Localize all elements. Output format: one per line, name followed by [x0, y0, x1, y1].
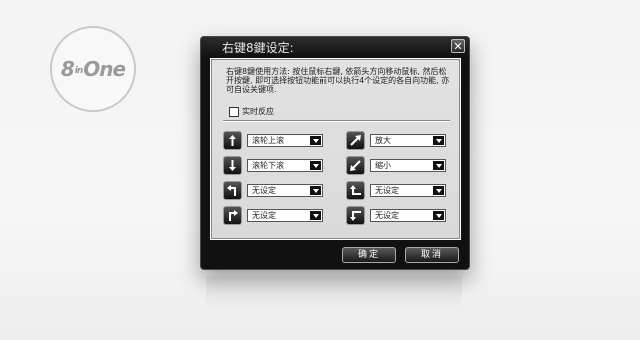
- gesture-row-up: 滚轮上滚: [223, 131, 323, 150]
- realtime-checkbox[interactable]: [229, 106, 239, 117]
- realtime-checkbox-row[interactable]: 实时反应: [229, 106, 274, 117]
- chevron-down-icon[interactable]: [310, 186, 321, 195]
- divider: [223, 120, 450, 122]
- title-bar[interactable]: 右键8鍵设定: ✕: [201, 37, 469, 57]
- dialog-title: 右键8鍵设定:: [222, 41, 294, 55]
- chevron-down-icon[interactable]: [433, 161, 444, 170]
- select-value: 滚轮下滚: [252, 161, 284, 170]
- arrow-left-up-turn-icon: [346, 181, 365, 200]
- arrow-down-icon: [223, 156, 242, 175]
- gesture-select-up-left[interactable]: 无设定: [247, 184, 323, 197]
- chevron-down-icon[interactable]: [310, 136, 321, 145]
- select-value: 无设定: [375, 186, 399, 195]
- select-value: 无设定: [375, 211, 399, 220]
- close-icon: ✕: [453, 40, 463, 53]
- arrow-left-down-turn-icon: [346, 206, 365, 225]
- chevron-down-icon[interactable]: [310, 161, 321, 170]
- gesture-row-left-down: 无设定: [346, 206, 446, 225]
- close-button[interactable]: ✕: [451, 39, 465, 53]
- gesture-select-down[interactable]: 滚轮下滚: [247, 159, 323, 172]
- chevron-down-icon[interactable]: [310, 211, 321, 220]
- select-value: 无设定: [252, 211, 276, 220]
- gesture-row-diag-down-left: 缩小: [346, 156, 446, 175]
- chevron-down-icon[interactable]: [433, 211, 444, 220]
- gesture-row-diag-up-right: 放大: [346, 131, 446, 150]
- gesture-row-up-left: 无设定: [223, 181, 323, 200]
- usage-description: 右键8鍵使用方法: 按住鼠标右鍵, 依箭头方向移动鼠标, 然后松开按鍵, 即可选…: [226, 67, 450, 94]
- dialog-reflection: [206, 276, 462, 312]
- gesture-select-left-up[interactable]: 无设定: [370, 184, 446, 197]
- gesture-row-down: 滚轮下滚: [223, 156, 323, 175]
- app-logo: 8inOne: [50, 26, 136, 112]
- realtime-label: 实时反应: [242, 107, 274, 116]
- arrow-diagonal-down-left-icon: [346, 156, 365, 175]
- arrow-diagonal-up-right-icon: [346, 131, 365, 150]
- chevron-down-icon[interactable]: [433, 186, 444, 195]
- arrow-up-right-turn-icon: [223, 206, 242, 225]
- select-value: 滚轮上滚: [252, 136, 284, 145]
- arrow-up-icon: [223, 131, 242, 150]
- select-value: 放大: [375, 136, 391, 145]
- settings-panel: 右键8鍵使用方法: 按住鼠标右鍵, 依箭头方向移动鼠标, 然后松开按鍵, 即可选…: [210, 58, 461, 240]
- ok-button[interactable]: 确定: [342, 247, 396, 263]
- settings-dialog: 右键8鍵设定: ✕ 右键8鍵使用方法: 按住鼠标右鍵, 依箭头方向移动鼠标, 然…: [200, 36, 470, 270]
- gesture-select-diag-up-right[interactable]: 放大: [370, 134, 446, 147]
- gesture-select-up-right[interactable]: 无设定: [247, 209, 323, 222]
- select-value: 无设定: [252, 186, 276, 195]
- gesture-row-left-up: 无设定: [346, 181, 446, 200]
- chevron-down-icon[interactable]: [433, 136, 444, 145]
- arrow-up-left-turn-icon: [223, 181, 242, 200]
- logo-text: 8inOne: [60, 57, 126, 81]
- select-value: 缩小: [375, 161, 391, 170]
- gesture-select-up[interactable]: 滚轮上滚: [247, 134, 323, 147]
- cancel-button[interactable]: 取消: [405, 247, 459, 263]
- gesture-select-diag-down-left[interactable]: 缩小: [370, 159, 446, 172]
- gesture-row-up-right: 无设定: [223, 206, 323, 225]
- gesture-select-left-down[interactable]: 无设定: [370, 209, 446, 222]
